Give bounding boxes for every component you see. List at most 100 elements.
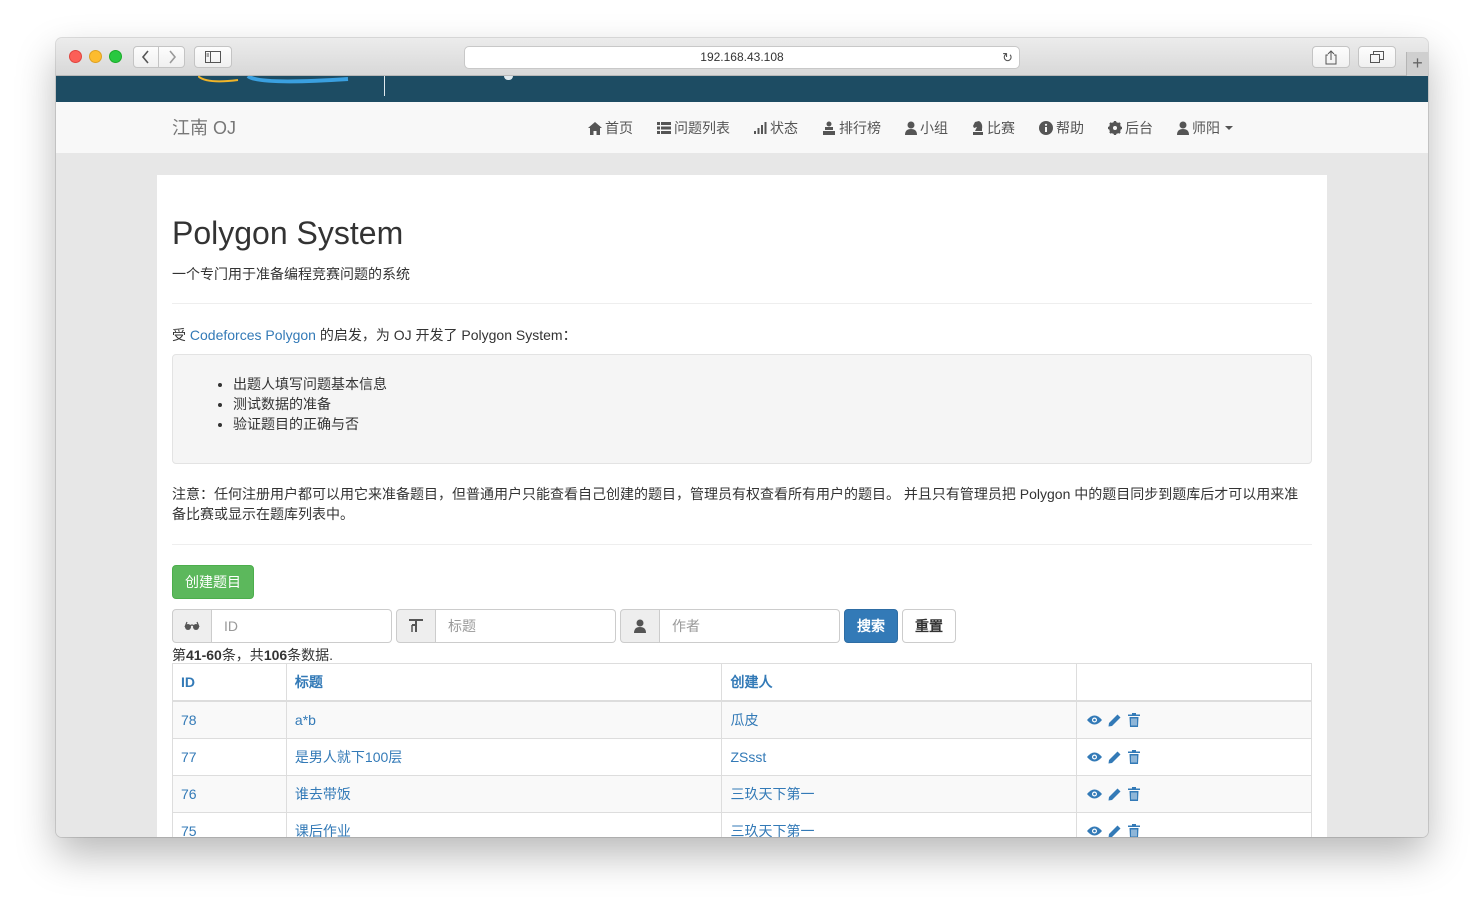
page-subtitle: 一个专门用于准备编程竞赛问题的系统 xyxy=(172,266,410,282)
gear-icon xyxy=(1108,121,1122,135)
text-size-icon xyxy=(396,609,436,643)
delete-trash-icon[interactable] xyxy=(1125,786,1143,802)
problem-id-link[interactable]: 76 xyxy=(181,786,197,802)
problem-title-link[interactable]: 谁去带饭 xyxy=(295,786,351,802)
site-banner xyxy=(56,76,1428,102)
sort-by-id-link[interactable]: ID xyxy=(181,674,195,690)
nav-label: 师阳 xyxy=(1192,120,1220,136)
table-row: 75 课后作业 三玖天下第一 xyxy=(172,812,1312,837)
creator-link[interactable]: 三玖天下第一 xyxy=(730,786,814,802)
row-actions xyxy=(1085,749,1303,765)
sort-by-creator-link[interactable]: 创建人 xyxy=(730,674,772,690)
table-header-row: ID 标题 创建人 xyxy=(172,663,1312,702)
forward-button[interactable] xyxy=(159,47,184,67)
browser-window: 192.168.43.108 ↻ + 江南 OJ 首页 问题列表 状态 排行榜 … xyxy=(56,38,1428,837)
reset-button[interactable]: 重置 xyxy=(902,609,956,643)
nav-label: 问题列表 xyxy=(674,120,730,136)
edit-pencil-icon[interactable] xyxy=(1105,823,1123,837)
feature-item: 出题人填写问题基本信息 xyxy=(233,374,1292,394)
view-eye-icon[interactable] xyxy=(1085,749,1103,765)
back-button[interactable] xyxy=(134,47,160,67)
nav-label: 后台 xyxy=(1125,120,1153,136)
problem-id-link[interactable]: 78 xyxy=(181,712,197,728)
problem-id-link[interactable]: 75 xyxy=(181,823,197,837)
nav-item-user-menu[interactable]: 师阳 xyxy=(1165,102,1245,154)
page-viewport: 江南 OJ 首页 问题列表 状态 排行榜 小组 比赛 帮助 后台 师阳 Poly… xyxy=(56,76,1428,837)
intro-prefix: 受 xyxy=(172,327,190,343)
nav-item-problems[interactable]: 问题列表 xyxy=(645,102,742,154)
nav-item-admin[interactable]: 后台 xyxy=(1096,102,1165,154)
view-eye-icon[interactable] xyxy=(1085,712,1103,728)
creator-link[interactable]: 瓜皮 xyxy=(730,712,758,728)
id-search-input[interactable] xyxy=(212,609,392,643)
problem-title-link[interactable]: a*b xyxy=(295,712,316,728)
nav-item-status[interactable]: 状态 xyxy=(742,102,810,154)
sidebar-toggle-button[interactable] xyxy=(194,46,232,68)
banner-text-fragment xyxy=(504,76,513,80)
top-navbar: 江南 OJ 首页 问题列表 状态 排行榜 小组 比赛 帮助 后台 师阳 xyxy=(56,102,1428,154)
title-filter xyxy=(396,609,616,643)
glasses-icon xyxy=(172,609,212,643)
summary-prefix: 第 xyxy=(172,647,186,663)
summary-middle: 条，共 xyxy=(221,647,264,663)
new-tab-button[interactable]: + xyxy=(1406,52,1428,76)
reload-icon[interactable]: ↻ xyxy=(1002,47,1013,68)
nav-item-help[interactable]: 帮助 xyxy=(1027,102,1096,154)
codeforces-polygon-link[interactable]: Codeforces Polygon xyxy=(190,327,316,343)
problem-id-link[interactable]: 77 xyxy=(181,749,197,765)
sort-by-title-link[interactable]: 标题 xyxy=(295,674,323,690)
edit-pencil-icon[interactable] xyxy=(1105,786,1123,802)
table-row: 76 谁去带饭 三玖天下第一 xyxy=(172,775,1312,813)
creator-link[interactable]: ZSsst xyxy=(730,749,766,765)
title-search-input[interactable] xyxy=(436,609,616,643)
zoom-window-button[interactable] xyxy=(109,50,122,63)
feature-list: 出题人填写问题基本信息 测试数据的准备 验证题目的正确与否 xyxy=(233,374,1292,434)
share-button[interactable] xyxy=(1312,46,1350,68)
brand-link[interactable]: 江南 OJ xyxy=(172,102,236,154)
nav-item-home[interactable]: 首页 xyxy=(576,102,645,154)
share-icon xyxy=(1325,49,1337,64)
address-bar[interactable]: 192.168.43.108 ↻ xyxy=(464,46,1020,69)
summary-suffix: 条数据. xyxy=(287,647,334,663)
search-form: 搜索 重置 xyxy=(172,609,956,643)
nav-item-ranklist[interactable]: 排行榜 xyxy=(810,102,893,154)
delete-trash-icon[interactable] xyxy=(1125,712,1143,728)
problem-title-link[interactable]: 课后作业 xyxy=(295,823,351,837)
author-search-input[interactable] xyxy=(660,609,840,643)
user-icon xyxy=(620,609,660,643)
note-text: 注意：任何注册用户都可以用它来准备题目，但普通用户只能查看自己创建的题目，管理员… xyxy=(172,486,1299,522)
id-filter xyxy=(172,609,392,643)
page-title: Polygon System xyxy=(172,215,404,251)
edit-pencil-icon[interactable] xyxy=(1105,749,1123,765)
nav-label: 首页 xyxy=(605,120,633,136)
nav-item-groups[interactable]: 小组 xyxy=(893,102,960,154)
close-window-button[interactable] xyxy=(69,50,82,63)
view-eye-icon[interactable] xyxy=(1085,823,1103,837)
creator-link[interactable]: 三玖天下第一 xyxy=(730,823,814,837)
sidebar-icon xyxy=(205,51,221,63)
table-row: 77 是男人就下100层 ZSsst xyxy=(172,738,1312,776)
author-filter xyxy=(620,609,840,643)
pagination-summary: 第41-60条，共106条数据. xyxy=(172,645,333,665)
tab-overview-button[interactable] xyxy=(1358,46,1396,68)
feature-item: 测试数据的准备 xyxy=(233,394,1292,414)
home-icon xyxy=(588,121,602,135)
delete-trash-icon[interactable] xyxy=(1125,749,1143,765)
podium-icon xyxy=(822,121,836,135)
edit-pencil-icon[interactable] xyxy=(1105,712,1123,728)
intro-text: 受 Codeforces Polygon 的启发，为 OJ 开发了 Polygo… xyxy=(172,325,577,345)
browser-toolbar: 192.168.43.108 ↻ + xyxy=(56,38,1428,76)
delete-trash-icon[interactable] xyxy=(1125,823,1143,837)
summary-range: 41-60 xyxy=(186,647,222,663)
nav-menu: 首页 问题列表 状态 排行榜 小组 比赛 帮助 后台 师阳 xyxy=(576,102,1245,154)
info-icon xyxy=(1039,121,1053,135)
user-icon xyxy=(905,121,917,135)
logo-icon xyxy=(198,76,349,84)
problem-title-link[interactable]: 是男人就下100层 xyxy=(295,749,402,765)
minimize-window-button[interactable] xyxy=(89,50,102,63)
nav-item-contests[interactable]: 比赛 xyxy=(960,102,1027,154)
create-problem-button[interactable]: 创建题目 xyxy=(172,565,254,599)
search-button[interactable]: 搜索 xyxy=(844,609,898,643)
view-eye-icon[interactable] xyxy=(1085,786,1103,802)
chevron-right-icon xyxy=(168,50,176,64)
